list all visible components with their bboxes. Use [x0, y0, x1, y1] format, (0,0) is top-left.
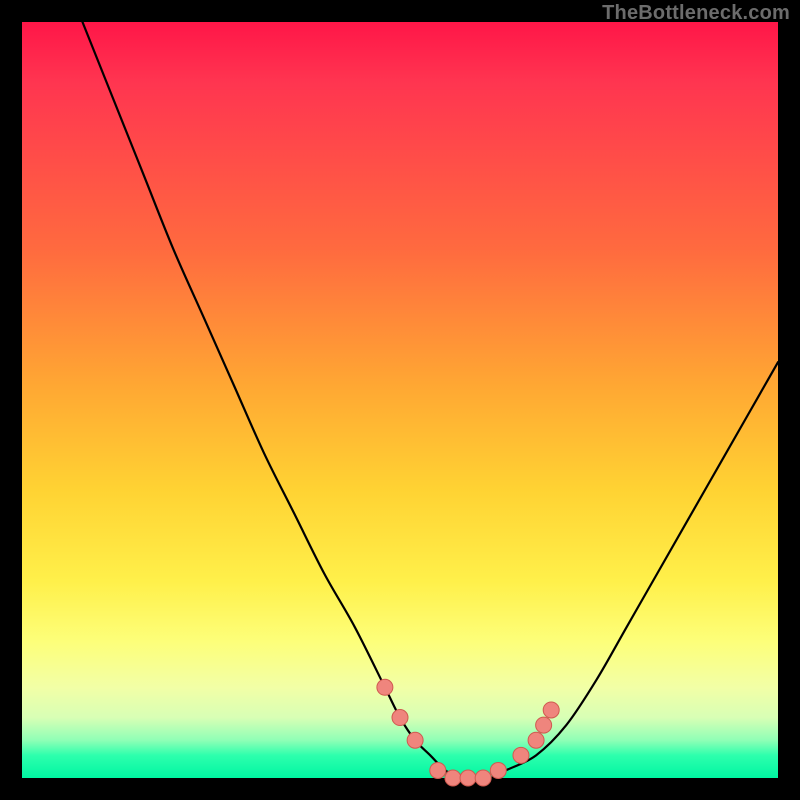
- bottleneck-curve-layer: [22, 22, 778, 778]
- curve-marker: [377, 679, 393, 695]
- curve-markers: [377, 679, 559, 786]
- bottleneck-curve: [82, 22, 778, 779]
- curve-marker: [528, 732, 544, 748]
- curve-marker: [392, 710, 408, 726]
- curve-marker: [513, 747, 529, 763]
- curve-marker: [490, 762, 506, 778]
- curve-marker: [445, 770, 461, 786]
- curve-marker: [536, 717, 552, 733]
- curve-marker: [430, 762, 446, 778]
- watermark-text: TheBottleneck.com: [602, 2, 790, 25]
- curve-marker: [407, 732, 423, 748]
- chart-frame: TheBottleneck.com: [0, 0, 800, 800]
- curve-marker: [475, 770, 491, 786]
- plot-area: [22, 22, 778, 778]
- curve-marker: [460, 770, 476, 786]
- curve-marker: [543, 702, 559, 718]
